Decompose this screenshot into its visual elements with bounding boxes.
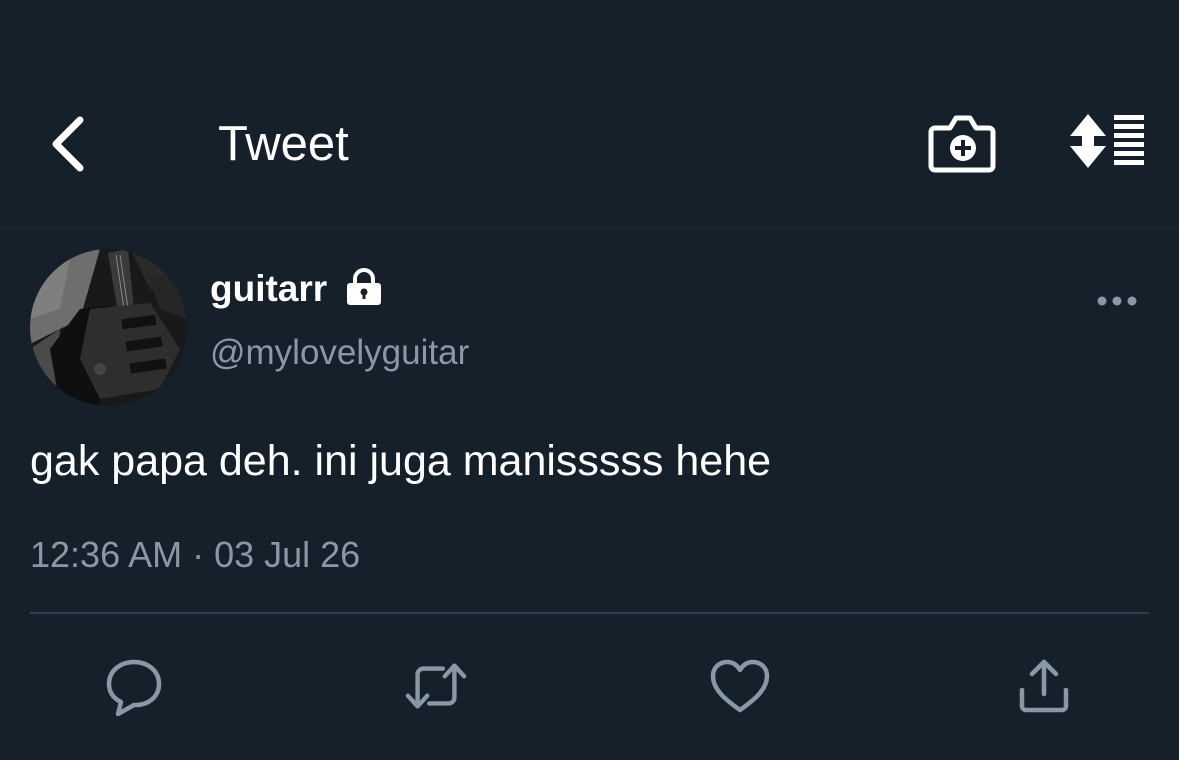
chevron-left-icon — [52, 116, 84, 172]
like-button[interactable] — [708, 654, 772, 718]
camera-plus-icon — [928, 115, 996, 173]
back-button[interactable] — [38, 106, 98, 182]
reply-icon — [106, 659, 162, 716]
more-options-button[interactable] — [1090, 282, 1144, 320]
camera-button[interactable] — [926, 110, 998, 176]
author-display-name[interactable]: guitarr — [210, 266, 327, 312]
divider — [30, 612, 1149, 614]
lock-icon — [344, 268, 384, 306]
share-button[interactable] — [1012, 654, 1076, 718]
avatar[interactable] — [30, 249, 187, 406]
tweet-text: gak papa deh. ini juga manisssss hehe — [30, 437, 772, 485]
reply-button[interactable] — [102, 654, 166, 718]
guitar-photo — [30, 249, 187, 406]
retweet-button[interactable] — [404, 654, 468, 718]
ellipsis-icon — [1097, 296, 1137, 306]
author-handle[interactable]: @mylovelyguitar — [210, 330, 469, 376]
sort-button[interactable] — [1062, 110, 1152, 176]
share-icon — [1019, 659, 1069, 713]
sort-toggle-icon — [1070, 114, 1144, 168]
page-title: Tweet — [218, 117, 349, 171]
heart-icon — [710, 659, 770, 713]
tweet-timestamp[interactable]: 12:36 AM · 03 Jul 26 — [30, 532, 360, 578]
top-bar: Tweet — [0, 0, 1179, 228]
retweet-icon — [405, 663, 467, 709]
